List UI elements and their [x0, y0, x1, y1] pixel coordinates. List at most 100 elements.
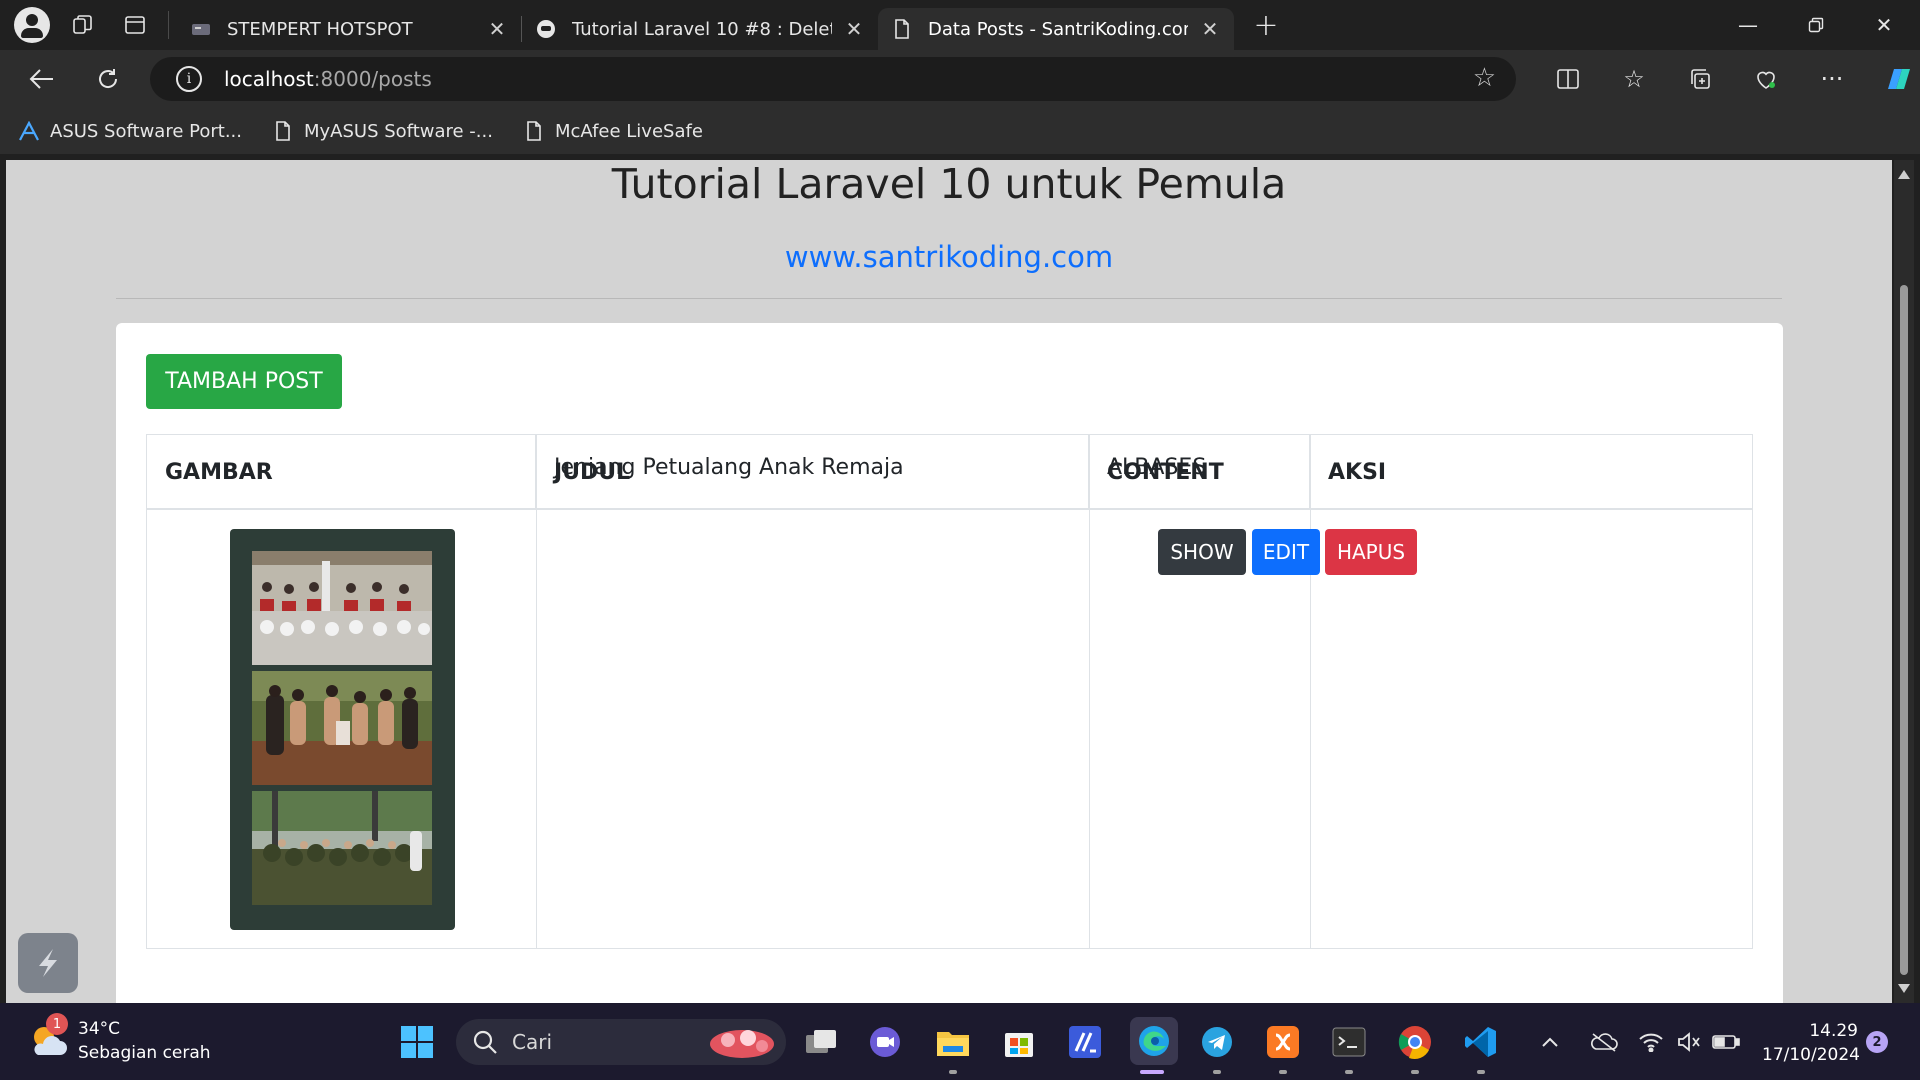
- post-title: Jenjang Petualang Anak Remaja: [554, 455, 904, 480]
- task-view-icon[interactable]: [800, 1021, 842, 1063]
- tab-strip: STEMPERT HOTSPOT ✕ Tutorial Laravel 10 #…: [0, 0, 1920, 50]
- weather-description: Sebagian cerah: [78, 1043, 211, 1063]
- restore-icon[interactable]: [1782, 0, 1850, 50]
- page-icon: [523, 120, 545, 142]
- column-header-aksi: AKSI: [1328, 459, 1387, 485]
- show-button[interactable]: SHOW: [1158, 529, 1246, 575]
- column-header-gambar: GAMBAR: [147, 435, 536, 509]
- tab-separator: [168, 11, 169, 39]
- scrollbar-thumb[interactable]: [1900, 285, 1908, 975]
- terminal-icon[interactable]: [1328, 1021, 1370, 1063]
- search-label: Cari: [512, 1030, 552, 1054]
- column-divider: [1310, 435, 1311, 948]
- asus-logo-icon: [18, 120, 40, 142]
- floating-app-lightning-icon[interactable]: [18, 933, 78, 993]
- file-explorer-icon[interactable]: [932, 1021, 974, 1063]
- active-app-indicator: [1140, 1070, 1164, 1074]
- posts-card: TAMBAH POST GAMBAR JUDUL CONTENT AKSI Je…: [116, 323, 1783, 1003]
- microsoft-store-icon[interactable]: [998, 1021, 1040, 1063]
- show-hidden-icons-icon[interactable]: [1540, 1003, 1560, 1080]
- clock-time: 14.29: [1809, 1021, 1858, 1041]
- bookmark-asus-software[interactable]: ASUS Software Port...: [18, 120, 242, 142]
- notification-count[interactable]: 2: [1866, 1031, 1888, 1053]
- page-title: Tutorial Laravel 10 untuk Pemula: [611, 160, 1287, 208]
- bookmark-mcafee-livesafe[interactable]: McAfee LiveSafe: [523, 120, 703, 142]
- browser-essentials-icon[interactable]: [1733, 67, 1799, 91]
- tab-tutorial-laravel[interactable]: Tutorial Laravel 10 #8 : Delete Dat ✕: [522, 8, 878, 50]
- post-content: ALBASES: [1107, 455, 1207, 480]
- system-clock[interactable]: 14.29 17/10/2024: [1762, 1019, 1860, 1067]
- column-divider: [536, 435, 537, 948]
- onedrive-offline-icon[interactable]: [1590, 1003, 1618, 1080]
- add-post-button[interactable]: TAMBAH POST: [146, 354, 342, 409]
- url-text[interactable]: localhost:8000/posts: [224, 67, 432, 91]
- column-divider: [1089, 435, 1090, 948]
- start-windows-icon[interactable]: [396, 1021, 438, 1063]
- workspaces-icon[interactable]: [64, 6, 102, 44]
- back-icon[interactable]: [20, 57, 64, 101]
- page-viewport: Tutorial Laravel 10 untuk Pemula www.san…: [6, 160, 1892, 1003]
- chrome-icon[interactable]: [1394, 1021, 1436, 1063]
- photo-panel-outdoor-group: [252, 671, 432, 785]
- photo-panel-students: [252, 551, 432, 665]
- running-indicator: [1411, 1070, 1419, 1074]
- navigation-bar: i localhost:8000/posts ☆ ☆ ···: [0, 50, 1920, 108]
- running-indicator: [949, 1070, 957, 1074]
- search-icon: [473, 1030, 497, 1054]
- taskbar-search[interactable]: Cari: [456, 1019, 786, 1065]
- close-icon[interactable]: ✕: [842, 17, 866, 41]
- scroll-down-icon[interactable]: [1898, 984, 1910, 993]
- taskbar: 1 34°C Sebagian cerah Cari 14.29 17/10/2…: [0, 1003, 1920, 1080]
- router-favicon-icon: [191, 19, 211, 39]
- running-indicator: [1279, 1070, 1287, 1074]
- minimize-icon[interactable]: —: [1714, 0, 1782, 50]
- page-favicon-icon: [892, 19, 912, 39]
- xampp-icon[interactable]: [1262, 1021, 1304, 1063]
- telegram-icon[interactable]: [1196, 1021, 1238, 1063]
- divider: [116, 298, 1782, 299]
- running-indicator: [1345, 1070, 1353, 1074]
- address-bar[interactable]: i localhost:8000/posts ☆: [150, 57, 1516, 101]
- volume-muted-icon[interactable]: [1676, 1003, 1702, 1080]
- profile-icon[interactable]: [14, 7, 50, 43]
- chat-icon[interactable]: [864, 1021, 906, 1063]
- delete-button[interactable]: HAPUS: [1325, 529, 1417, 575]
- table-header-divider: [147, 508, 1752, 510]
- tab-data-posts[interactable]: Data Posts - SantriKoding.com ✕: [878, 8, 1234, 50]
- edit-button[interactable]: EDIT: [1252, 529, 1320, 575]
- photo-panel-scout-troop: [252, 791, 432, 905]
- window-close-icon[interactable]: ✕: [1850, 0, 1918, 50]
- santrikoding-favicon-icon: [536, 19, 556, 39]
- new-tab-button[interactable]: +: [1246, 5, 1286, 45]
- tab-stempert-hotspot[interactable]: STEMPERT HOTSPOT ✕: [177, 8, 521, 50]
- edge-browser-icon[interactable]: [1130, 1017, 1178, 1065]
- wifi-icon[interactable]: [1638, 1003, 1664, 1080]
- close-icon[interactable]: ✕: [1198, 17, 1222, 41]
- battery-icon[interactable]: [1712, 1003, 1740, 1080]
- running-indicator: [1477, 1070, 1485, 1074]
- scroll-up-icon[interactable]: [1898, 170, 1910, 179]
- weather-temperature: 34°C: [78, 1019, 121, 1039]
- running-indicator: [1213, 1070, 1221, 1074]
- copilot-icon[interactable]: [1865, 65, 1920, 93]
- collections-icon[interactable]: [1667, 67, 1733, 91]
- favorite-star-icon[interactable]: ☆: [1473, 63, 1496, 93]
- site-link[interactable]: www.santrikoding.com: [6, 240, 1892, 274]
- vertical-scrollbar[interactable]: [1894, 160, 1914, 1003]
- favorites-icon[interactable]: ☆: [1601, 65, 1667, 93]
- site-info-icon[interactable]: i: [176, 66, 202, 92]
- weather-widget[interactable]: 1 34°C Sebagian cerah: [28, 1013, 211, 1065]
- tab-actions-icon[interactable]: [116, 6, 154, 44]
- bookmarks-bar: ASUS Software Port... MyASUS Software -.…: [0, 108, 1920, 154]
- code-editor-icon[interactable]: [1064, 1021, 1106, 1063]
- more-options-icon[interactable]: ···: [1799, 65, 1865, 93]
- clock-date: 17/10/2024: [1762, 1045, 1860, 1065]
- posts-table: GAMBAR JUDUL CONTENT AKSI Jenjang Petual…: [146, 434, 1753, 949]
- bookmark-myasus-software[interactable]: MyASUS Software -...: [272, 120, 493, 142]
- split-screen-icon[interactable]: [1535, 68, 1601, 90]
- close-icon[interactable]: ✕: [485, 17, 509, 41]
- refresh-icon[interactable]: [86, 57, 130, 101]
- page-icon: [272, 120, 294, 142]
- weather-badge: 1: [46, 1013, 68, 1035]
- vscode-icon[interactable]: [1460, 1021, 1502, 1063]
